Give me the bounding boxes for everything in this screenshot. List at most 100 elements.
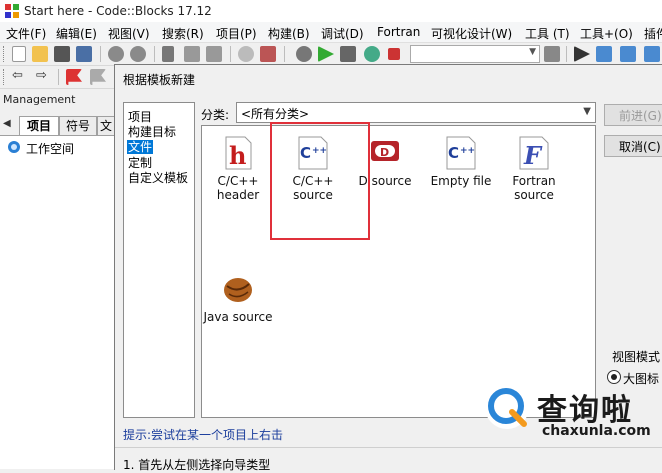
template-label: C/C++ header [216,174,260,202]
category-filter-select[interactable]: <所有分类> ▼ [236,102,596,123]
menu-debug[interactable]: 调试(D) [321,25,364,42]
tab-projects[interactable]: 项目 [19,116,59,135]
category-list[interactable]: 项目 构建目标 文件 定制 自定义模板 [123,102,195,418]
menu-search[interactable]: 搜索(R) [162,25,204,42]
highlight-box [270,122,370,240]
settings-gear-icon[interactable] [296,46,312,62]
toolbar-separator [154,46,155,62]
category-files[interactable]: 文件 [127,140,154,154]
toolbar-separator [100,46,101,62]
save-icon[interactable] [54,46,70,62]
menu-visual-design[interactable]: 可视化设计(W) [431,25,512,42]
rebuild-icon[interactable] [364,46,380,62]
management-title: Management [3,93,76,106]
category-user-templates[interactable]: 自定义模板 [128,171,188,185]
step-out-icon[interactable] [644,46,660,62]
svg-text:++: ++ [460,146,475,156]
cut-icon[interactable] [162,46,174,62]
toolbar-separator [566,46,567,62]
category-projects[interactable]: 项目 [128,110,152,124]
menu-build[interactable]: 构建(B) [268,25,310,42]
toolbar-separator [284,46,285,62]
menu-tools[interactable]: 工具 (T) [525,25,570,42]
back-arrow-icon[interactable]: ⇦ [12,68,23,83]
watermark-url: chaxunla.com [542,423,651,439]
empty-file-icon: C ++ [446,136,476,170]
bookmark-flag-icon[interactable] [66,69,82,85]
chevron-down-icon: ▼ [529,47,536,57]
forward-arrow-icon[interactable]: ⇨ [36,68,47,83]
build-run-icon[interactable] [340,46,356,62]
bookmark-next-icon[interactable] [90,69,106,85]
build-log-icon[interactable] [544,46,560,62]
build-target-select[interactable]: ▼ [410,45,540,63]
project-tree: 工作空间 [0,136,115,469]
management-panel-header: Management [0,92,116,108]
svg-text:C: C [448,144,459,162]
svg-text:D: D [380,146,389,159]
codeblocks-logo-icon [5,4,19,18]
svg-text:h: h [229,141,246,170]
paste-icon[interactable] [206,46,222,62]
fortran-source-icon: F [519,136,549,170]
tab-scroll-left-icon[interactable]: ◀ [3,118,11,129]
d-source-icon: D [371,141,399,161]
workspace-node[interactable]: 工作空间 [26,140,74,157]
dialog-title: 根据模板新建 [123,73,196,87]
template-list: h C/C++ header C ++ C/C++ source D D sou… [201,125,596,418]
undo-icon[interactable] [108,46,124,62]
new-file-icon[interactable] [12,46,26,62]
menu-edit[interactable]: 编辑(E) [56,25,97,42]
tab-files[interactable]: 文 [97,116,115,135]
template-java-source[interactable]: Java source [203,272,273,324]
run-icon[interactable] [318,46,334,62]
menu-view[interactable]: 视图(V) [108,25,150,42]
cancel-button[interactable]: 取消(C) [604,135,662,157]
management-tabs: ◀ 项目 符号 文 [0,115,116,136]
category-build-targets[interactable]: 构建目标 [128,125,176,139]
title-bar: Start here - Code::Blocks 17.12 [0,0,662,22]
menu-file[interactable]: 文件(F) [6,25,46,42]
template-label: Fortran source [512,174,556,202]
toolbar-separator [58,69,59,85]
large-icons-radio[interactable] [607,370,621,384]
template-label: Empty file [430,174,492,188]
redo-icon[interactable] [130,46,146,62]
toolbar-grip[interactable] [3,69,7,85]
tab-symbols[interactable]: 符号 [59,116,97,135]
template-label: Java source [203,310,273,324]
replace-icon[interactable] [260,46,276,62]
step-over-icon[interactable] [620,46,636,62]
next-button[interactable]: 前进(G) [604,104,662,126]
menu-project[interactable]: 项目(P) [216,25,257,42]
tip-text: 提示:尝试在某一个项目上右击 [123,428,284,442]
watermark-logo-icon [485,385,529,429]
chevron-down-icon: ▼ [583,106,591,117]
cpp-header-icon: h [225,136,252,170]
workspace-icon [8,141,20,153]
toolbar-grip[interactable] [3,46,7,62]
template-cpp-header[interactable]: h C/C++ header [203,136,273,202]
debug-continue-icon[interactable] [574,46,590,62]
java-source-icon [224,278,252,302]
abort-icon[interactable] [388,48,400,60]
template-empty-file[interactable]: C ++ Empty file [426,136,496,188]
copy-icon[interactable] [184,46,200,62]
save-all-icon[interactable] [76,46,92,62]
category-custom[interactable]: 定制 [128,156,152,170]
view-mode-label: 视图模式 [612,350,661,364]
divider [115,447,662,448]
step-into-icon[interactable] [596,46,612,62]
menu-plugins[interactable]: 插件 [644,25,662,42]
toolbar-separator [230,46,231,62]
category-filter-label: 分类: [201,108,230,122]
window-title: Start here - Code::Blocks 17.12 [24,4,212,18]
find-icon[interactable] [238,46,254,62]
menu-tools-plus[interactable]: 工具+(O) [580,25,633,42]
menu-fortran[interactable]: Fortran [377,25,420,39]
svg-text:F: F [523,141,543,170]
main-toolbar: ▼ [0,43,662,66]
wizard-step-text: 1. 首先从左侧选择向导类型 [123,458,271,472]
template-fortran-source[interactable]: F Fortran source [499,136,569,202]
open-folder-icon[interactable] [32,46,48,62]
